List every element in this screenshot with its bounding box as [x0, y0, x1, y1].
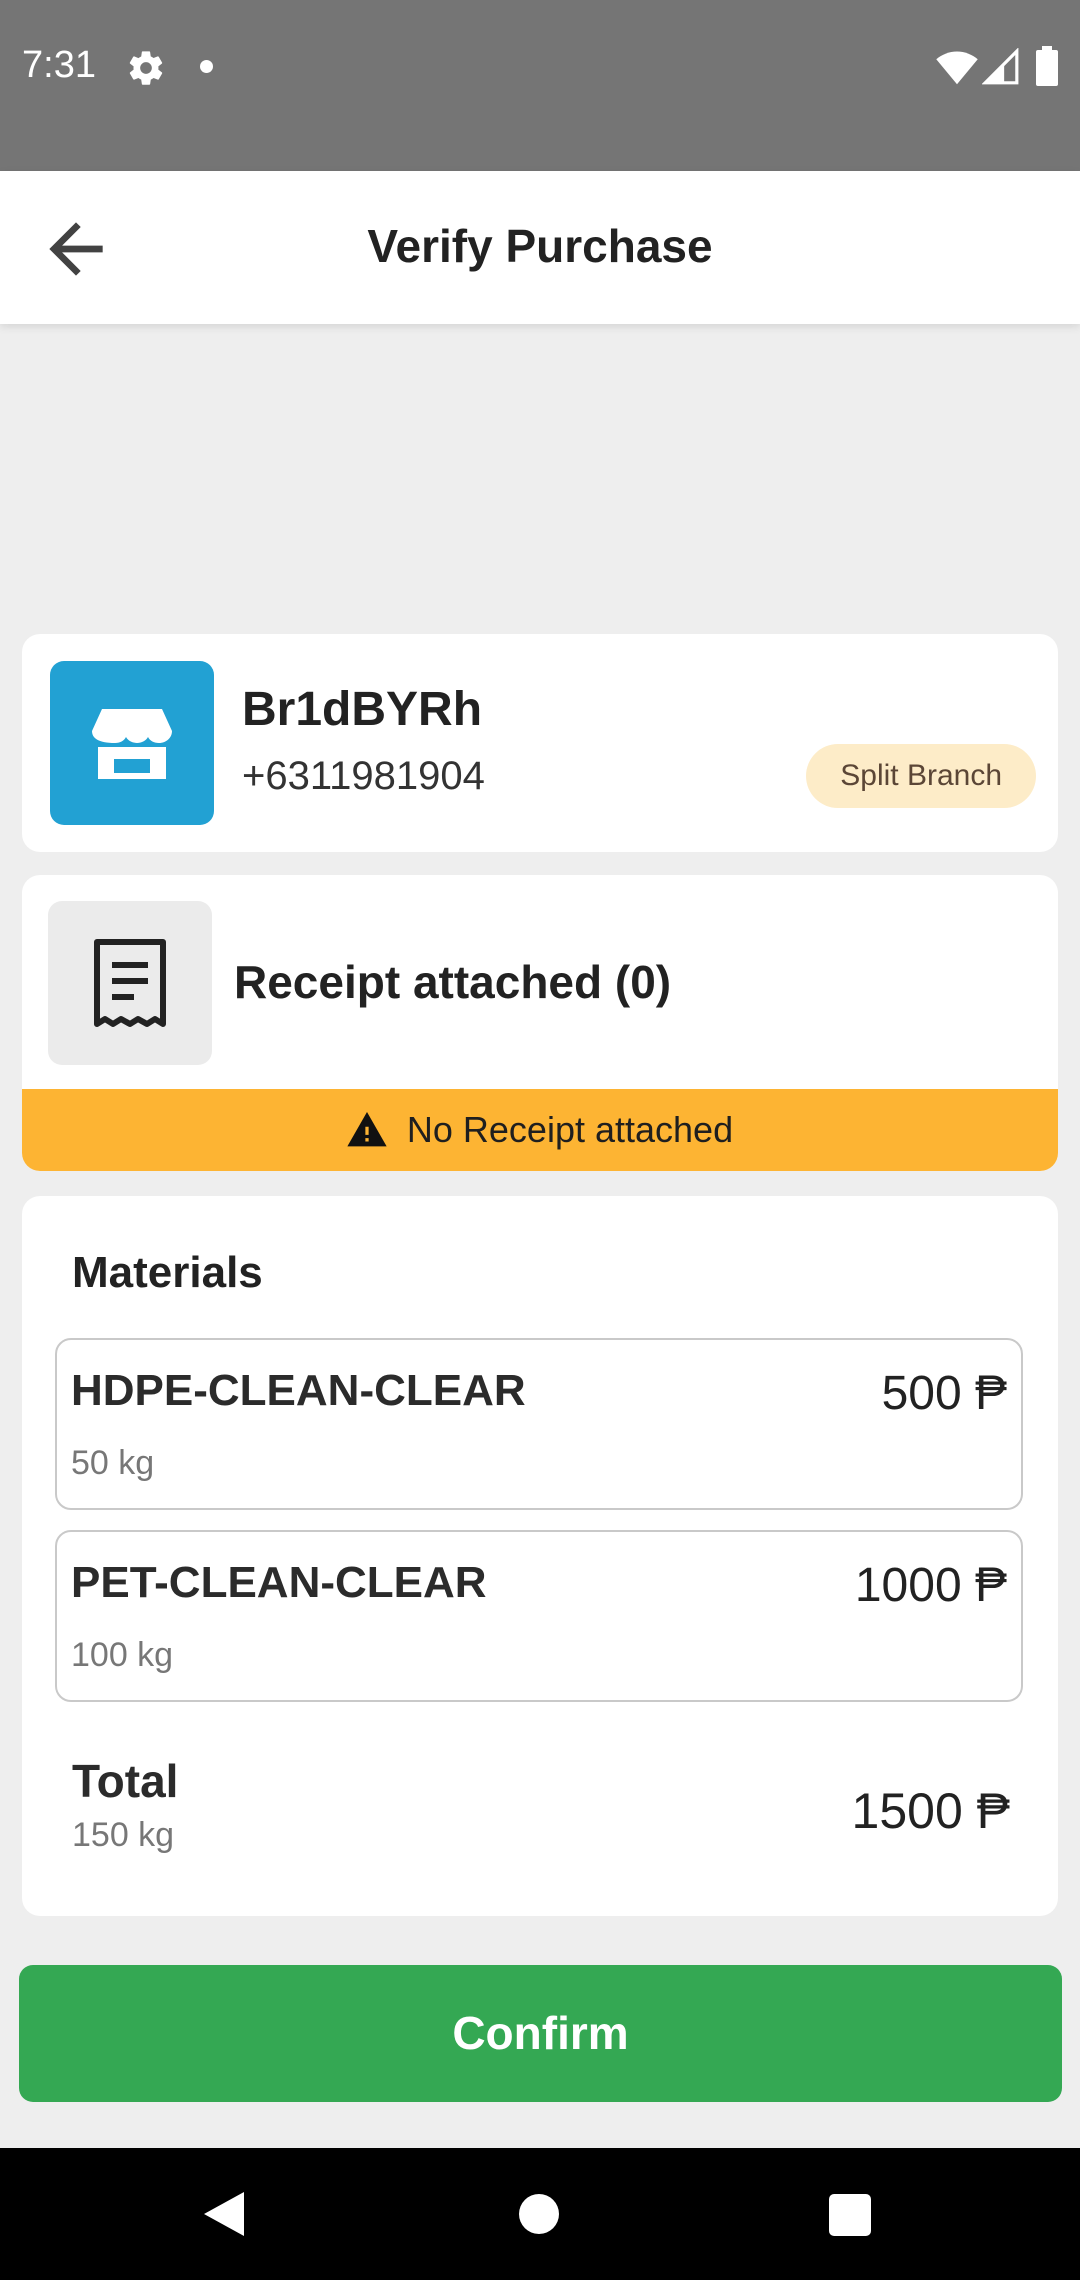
receipt-attached-label: Receipt attached (0): [234, 956, 672, 1008]
receipt-icon: [48, 901, 212, 1065]
wifi-icon: [936, 48, 978, 86]
status-bar: 7:31: [0, 0, 1080, 171]
notification-dot-icon: [200, 60, 213, 73]
signal-icon: [981, 47, 1020, 86]
materials-heading: Materials: [72, 1248, 263, 1297]
no-receipt-warning: No Receipt attached: [22, 1089, 1058, 1171]
nav-home-icon[interactable]: [519, 2194, 559, 2234]
confirm-button[interactable]: Confirm: [19, 1965, 1062, 2102]
store-icon: [50, 661, 214, 825]
materials-card: Materials HDPE-CLEAN-CLEAR 50 kg 500 ₱ P…: [22, 1196, 1058, 1916]
material-item[interactable]: HDPE-CLEAN-CLEAR 50 kg 500 ₱: [55, 1338, 1023, 1510]
status-time: 7:31: [22, 44, 96, 86]
total-price: 1500 ₱: [851, 1783, 1010, 1839]
material-name: PET-CLEAN-CLEAR: [71, 1558, 487, 1607]
store-card: Br1dBYRh +6311981904 Split Branch: [22, 634, 1058, 852]
total-weight: 150 kg: [72, 1816, 175, 1854]
material-item[interactable]: PET-CLEAN-CLEAR 100 kg 1000 ₱: [55, 1530, 1023, 1702]
app-bar: Verify Purchase: [0, 171, 1080, 324]
nav-recents-icon[interactable]: [829, 2194, 871, 2236]
battery-icon: [1036, 46, 1058, 86]
navigation-bar: [0, 2148, 1080, 2280]
warning-text: No Receipt attached: [406, 1109, 734, 1150]
page-title: Verify Purchase: [367, 220, 713, 272]
material-weight: 50 kg: [71, 1444, 155, 1482]
receipt-card[interactable]: Receipt attached (0) No Receipt attached: [22, 875, 1058, 1171]
material-weight: 100 kg: [71, 1636, 174, 1674]
store-phone: +6311981904: [242, 754, 485, 798]
branch-badge: Split Branch: [806, 744, 1036, 808]
material-price: 1000 ₱: [854, 1559, 1007, 1612]
gear-icon: [126, 48, 166, 88]
material-name: HDPE-CLEAN-CLEAR: [71, 1366, 526, 1415]
warning-icon: [347, 1112, 387, 1147]
store-name: Br1dBYRh: [242, 683, 483, 736]
total-label: Total: [72, 1755, 179, 1807]
nav-back-icon[interactable]: [204, 2192, 244, 2241]
material-price: 500 ₱: [881, 1367, 1007, 1420]
